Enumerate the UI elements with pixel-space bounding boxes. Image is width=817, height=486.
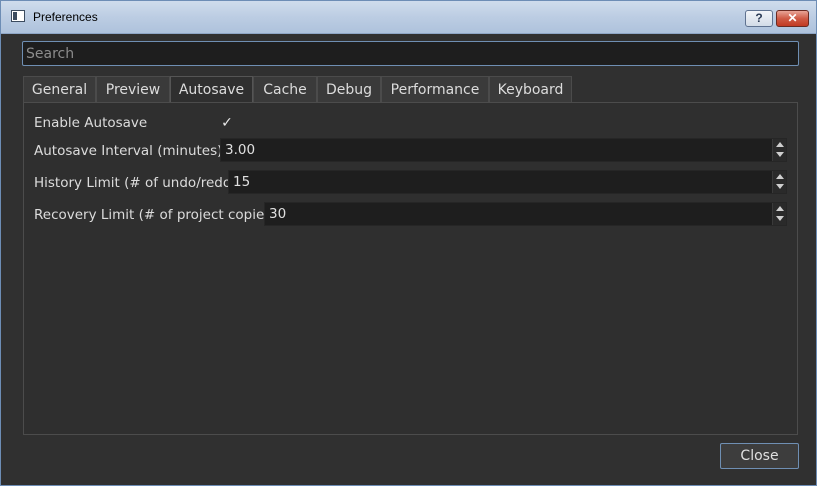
history-limit-label: History Limit (# of undo/redo) (34, 175, 237, 191)
help-button[interactable]: ? (745, 10, 773, 27)
enable-autosave-checkbox[interactable]: ✓ (219, 115, 235, 131)
window-title: Preferences (33, 10, 98, 24)
autosave-interval-label: Autosave Interval (minutes) (34, 143, 223, 159)
autosave-interval-value: 3.00 (225, 142, 256, 158)
spin-up-icon[interactable] (776, 142, 784, 147)
spin-down-icon[interactable] (776, 216, 784, 221)
enable-autosave-label: Enable Autosave (34, 115, 148, 131)
tab-autosave[interactable]: Autosave (170, 76, 253, 103)
title-bar[interactable]: Preferences ? ✕ (1, 1, 816, 34)
spin-up-icon[interactable] (776, 174, 784, 179)
search-input[interactable] (26, 42, 795, 65)
close-button[interactable]: Close (720, 443, 799, 469)
tab-keyboard[interactable]: Keyboard (489, 76, 572, 102)
history-limit-value: 15 (233, 174, 251, 190)
recovery-limit-spinbox[interactable]: 30 (264, 202, 787, 226)
tab-general[interactable]: General (23, 76, 96, 102)
app-window-icon (11, 10, 25, 22)
history-limit-spinbox[interactable]: 15 (228, 170, 787, 194)
preferences-window: Preferences ? ✕ General Preview Autosave… (0, 0, 817, 486)
spin-down-icon[interactable] (776, 152, 784, 157)
tab-debug[interactable]: Debug (317, 76, 381, 102)
recovery-limit-value: 30 (269, 206, 287, 222)
spin-up-icon[interactable] (776, 206, 784, 211)
history-limit-stepper[interactable] (772, 171, 786, 193)
autosave-interval-spinbox[interactable]: 3.00 (220, 138, 787, 162)
recovery-limit-label: Recovery Limit (# of project copies) (34, 207, 277, 223)
recovery-limit-stepper[interactable] (772, 203, 786, 225)
autosave-interval-stepper[interactable] (772, 139, 786, 161)
tab-performance[interactable]: Performance (381, 76, 489, 102)
spin-down-icon[interactable] (776, 184, 784, 189)
window-close-button[interactable]: ✕ (776, 10, 809, 27)
tab-cache[interactable]: Cache (253, 76, 317, 102)
search-field[interactable] (22, 41, 799, 66)
tab-preview[interactable]: Preview (96, 76, 170, 102)
